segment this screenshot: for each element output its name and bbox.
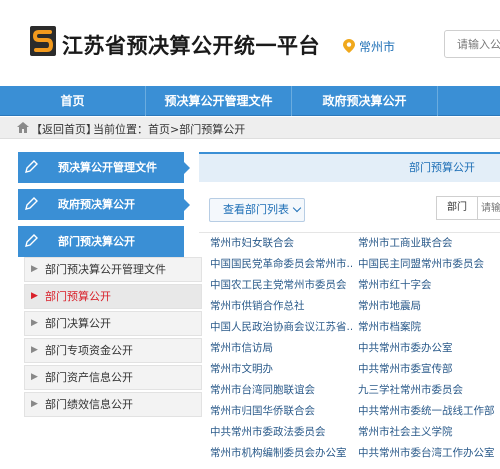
sidebar-item-label: 部门专项资金公开 — [45, 344, 133, 357]
city-selector[interactable]: 常州市 — [359, 38, 395, 55]
department-link[interactable]: 常州市台湾同胞联谊会 — [210, 383, 352, 397]
back-home-link[interactable]: 【返回首页】 — [31, 121, 97, 137]
nav-divider — [437, 86, 438, 116]
search-box — [444, 30, 500, 58]
department-link[interactable]: 中国农工民主党常州市委员会 — [210, 278, 352, 292]
pencil-icon — [25, 160, 38, 173]
sidebar-section-label: 部门预决算公开 — [58, 235, 135, 248]
site-title: 江苏省预决算公开统一平台 — [62, 34, 320, 58]
home-icon — [17, 122, 29, 133]
department-link[interactable]: 中国民主同盟常州市委员会 — [358, 257, 500, 271]
department-link[interactable]: 常州市文明办 — [210, 362, 352, 376]
department-link[interactable]: 中国人民政治协商会议江苏省... — [210, 320, 352, 334]
sidebar-item-label: 部门预算公开 — [45, 290, 111, 303]
department-link[interactable]: 中共常州市委台湾工作办公室 — [358, 446, 500, 460]
bullet-arrow-icon: ▶ — [31, 291, 38, 301]
sidebar-item-performance-info[interactable]: ▶ 部门绩效信息公开 — [24, 392, 202, 417]
sidebar-section-government-budget[interactable]: 政府预决算公开 — [18, 189, 190, 220]
main-panel: 部门预算公开 查看部门列表 部门 常州市妇女联合会 中国国民党革命委员会常州市.… — [199, 152, 500, 469]
pencil-icon — [25, 234, 38, 247]
current-location: 当前位置：首页>部门预算公开 — [93, 123, 246, 136]
department-link[interactable]: 中国国民党革命委员会常州市... — [210, 257, 352, 271]
sidebar-item-label: 部门资产信息公开 — [45, 371, 133, 384]
view-department-list-button[interactable]: 查看部门列表 — [209, 198, 305, 222]
department-link[interactable]: 常州市红十字会 — [358, 278, 500, 292]
panel-title-text: 部门预算公开 — [409, 161, 475, 174]
arrow-right-icon — [184, 199, 190, 211]
nav-item-government-budget[interactable]: 政府预决算公开 — [292, 86, 437, 116]
department-link[interactable]: 中共常州市委统一战线工作部 — [358, 404, 500, 418]
department-link[interactable]: 中共常州市委政法委员会 — [210, 425, 352, 439]
sidebar-item-department-budget-files[interactable]: ▶ 部门预决算公开管理文件 — [24, 257, 202, 282]
nav-item-budget-files[interactable]: 预决算公开管理文件 — [146, 86, 291, 116]
divider — [199, 232, 500, 233]
arrow-right-icon — [184, 162, 190, 174]
department-link[interactable]: 常州市机构编制委员会办公室 — [210, 446, 352, 460]
chevron-down-icon — [292, 203, 302, 213]
department-link[interactable]: 常州市妇女联合会 — [210, 236, 352, 250]
header: 江苏省预决算公开统一平台 常州市 — [0, 0, 500, 86]
location-pin-icon — [343, 39, 355, 53]
sidebar-item-department-budget[interactable]: ▶ 部门预算公开 — [24, 284, 202, 309]
sidebar-section-label: 预决算公开管理文件 — [58, 161, 157, 174]
sidebar-item-label: 部门绩效信息公开 — [45, 398, 133, 411]
department-link[interactable]: 常州市信访局 — [210, 341, 352, 355]
button-label: 查看部门列表 — [223, 203, 289, 216]
sidebar-item-department-final-accounts[interactable]: ▶ 部门决算公开 — [24, 311, 202, 336]
department-search-input[interactable] — [481, 201, 500, 215]
breadcrumb: 【返回首页】 当前位置：首页>部门预算公开 — [0, 117, 500, 139]
bullet-arrow-icon: ▶ — [31, 399, 38, 409]
department-search-box — [478, 196, 500, 220]
pencil-icon — [25, 197, 38, 210]
department-link[interactable]: 中共常州市委宣传部 — [358, 362, 500, 376]
department-link[interactable]: 常州市地震局 — [358, 299, 500, 313]
bullet-arrow-icon: ▶ — [31, 318, 38, 328]
sidebar-section-department-budget[interactable]: 部门预决算公开 — [18, 226, 184, 257]
sidebar-item-special-funds[interactable]: ▶ 部门专项资金公开 — [24, 338, 202, 363]
department-filter-select[interactable]: 部门 — [436, 196, 478, 220]
sidebar-item-asset-info[interactable]: ▶ 部门资产信息公开 — [24, 365, 202, 390]
department-link[interactable]: 常州市工商业联合会 — [358, 236, 500, 250]
main-nav: 首页 预决算公开管理文件 政府预决算公开 — [0, 86, 500, 116]
sidebar-section-budget-files[interactable]: 预决算公开管理文件 — [18, 152, 190, 183]
sidebar-section-label: 政府预决算公开 — [58, 198, 135, 211]
department-link[interactable]: 中共常州市委办公室 — [358, 341, 500, 355]
department-link[interactable]: 常州市档案院 — [358, 320, 500, 334]
department-link[interactable]: 常州市归国华侨联合会 — [210, 404, 352, 418]
sidebar-item-label: 部门决算公开 — [45, 317, 111, 330]
site-logo-icon — [30, 26, 56, 56]
bullet-arrow-icon: ▶ — [31, 372, 38, 382]
department-link[interactable]: 常州市供销合作总社 — [210, 299, 352, 313]
page: 江苏省预决算公开统一平台 常州市 首页 预决算公开管理文件 政府预决算公开 【返… — [0, 0, 500, 469]
bullet-arrow-icon: ▶ — [31, 345, 38, 355]
search-input[interactable] — [457, 36, 500, 52]
department-link[interactable]: 常州市社会主义学院 — [358, 425, 500, 439]
department-link[interactable]: 九三学社常州市委员会 — [358, 383, 500, 397]
nav-item-home[interactable]: 首页 — [0, 86, 145, 116]
panel-title: 部门预算公开 — [199, 152, 500, 182]
bullet-arrow-icon: ▶ — [31, 264, 38, 274]
sidebar-item-label: 部门预决算公开管理文件 — [45, 263, 166, 276]
